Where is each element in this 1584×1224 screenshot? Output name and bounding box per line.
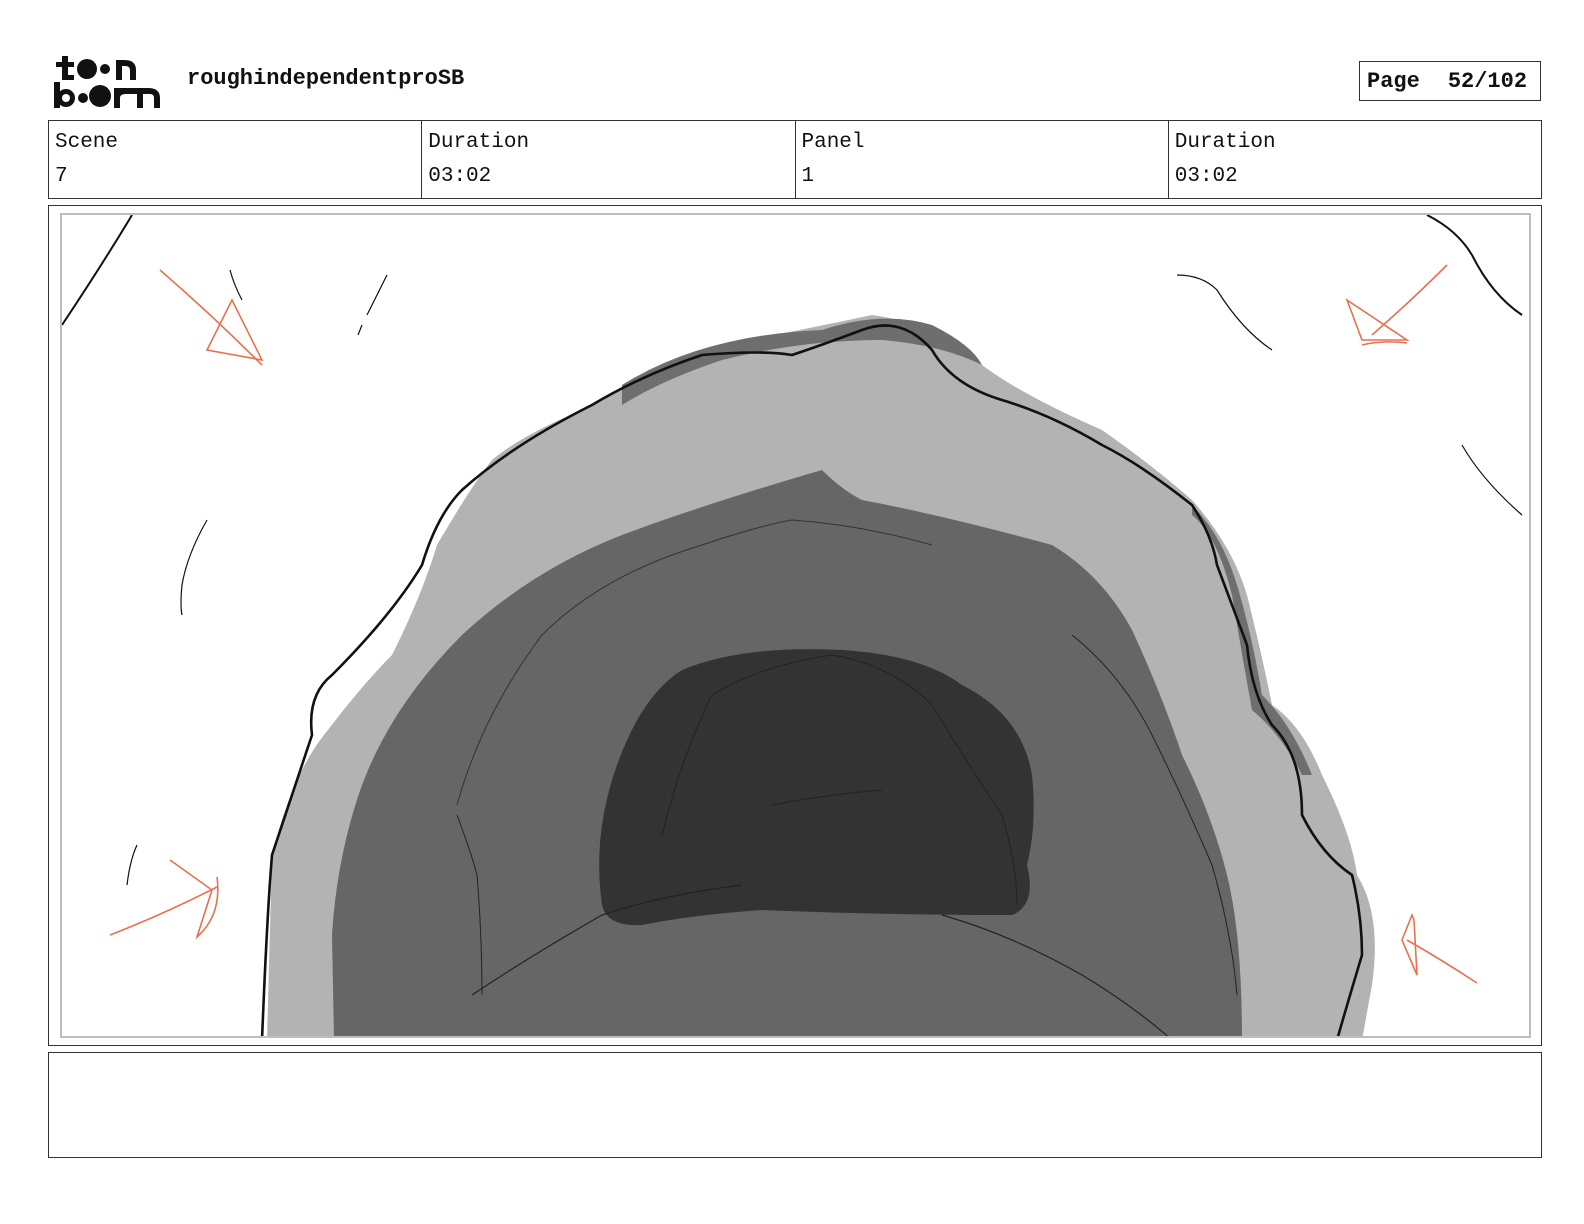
panel-duration-label: Duration: [1174, 131, 1276, 154]
panel-value: 1: [801, 165, 815, 188]
panel-duration-cell: Duration 03:02: [1169, 121, 1541, 198]
panel-camera-frame: [60, 213, 1531, 1038]
scene-duration-cell: Duration 03:02: [422, 121, 796, 198]
arrow-annotation-bottomleft: [109, 859, 219, 940]
toonboom-logo: [52, 52, 164, 110]
page-indicator: Page 52/102: [1359, 61, 1541, 101]
arrow-annotation-bottomright: [1401, 912, 1478, 984]
scene-cell: Scene 7: [49, 121, 423, 198]
panel-cell: Panel 1: [796, 121, 1169, 198]
panel-duration-value: 03:02: [1174, 165, 1238, 188]
cave-drawing: [62, 215, 1523, 1036]
page-label: Page: [1367, 68, 1420, 94]
scene-duration-label: Duration: [428, 131, 530, 154]
storyboard-panel: [48, 205, 1542, 1046]
arrow-annotation-topright: [1345, 264, 1448, 346]
project-title: roughindependentproSB: [187, 66, 465, 91]
scene-duration-value: 03:02: [428, 165, 492, 188]
scene-info-table: Scene 7 Duration 03:02 Panel 1 Duration …: [48, 120, 1542, 199]
panel-label: Panel: [801, 131, 865, 154]
scene-value: 7: [55, 165, 68, 188]
page-number: 52/102: [1447, 68, 1528, 94]
panel-notes: [48, 1052, 1542, 1158]
scene-label: Scene: [55, 131, 119, 154]
cave-interior: [599, 649, 1034, 926]
arrow-annotation-topleft: [159, 269, 264, 366]
